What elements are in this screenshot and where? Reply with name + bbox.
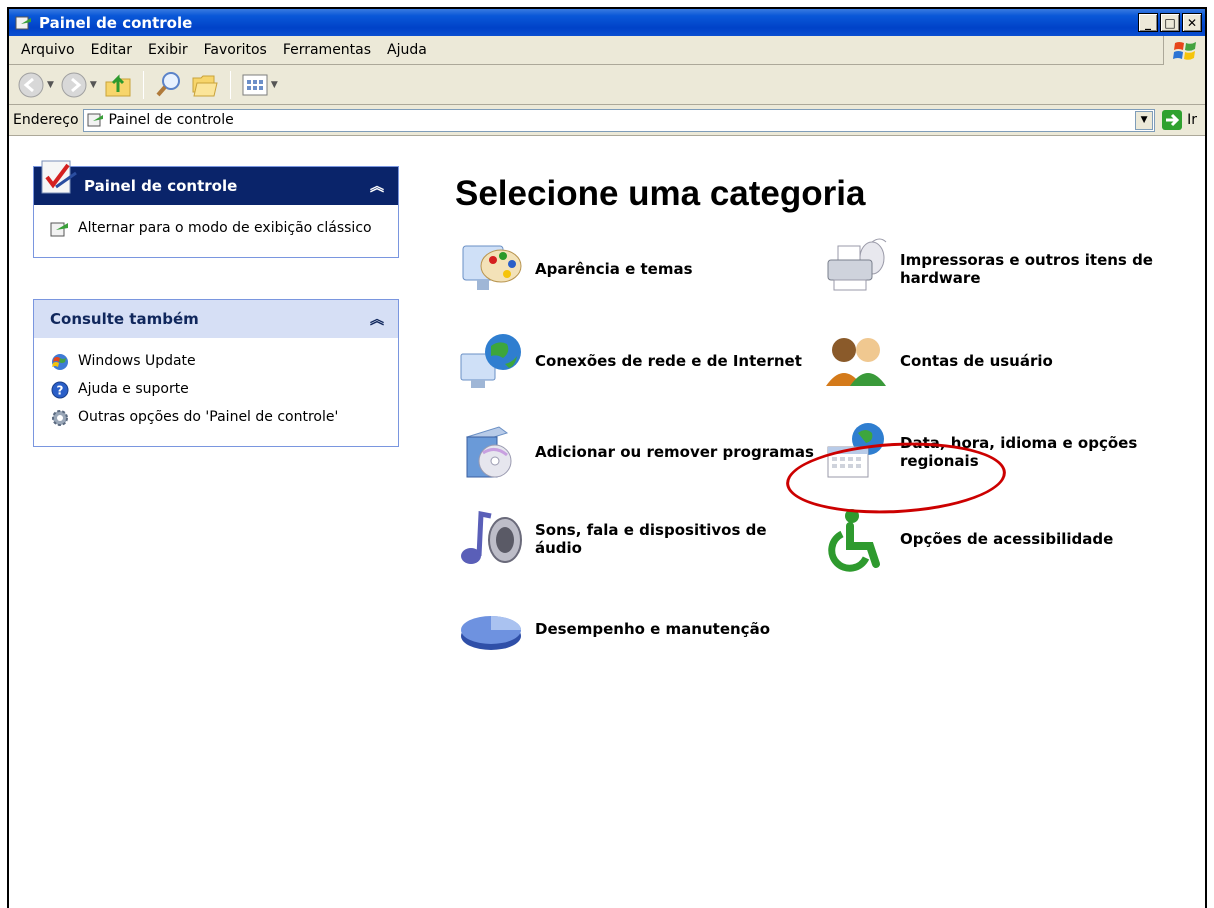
category-label: Sons, fala e dispositivos de áudio [535,521,767,557]
add-remove-icon [465,426,512,478]
category-label: Aparência e temas [535,260,693,278]
menu-arquivo[interactable]: Arquivo [13,42,83,58]
search-icon [156,71,180,96]
folders-icon [192,75,218,96]
maximize-button[interactable]: □ [1160,13,1180,32]
speaker-icon [461,510,522,564]
collapse-chevron-icon[interactable]: ︽ [370,176,384,196]
accessibility-icon [828,509,880,572]
page-title: Selecione uma categoria [455,174,866,213]
category-label: Opções de acessibilidade [900,530,1114,548]
see-also-panel: Consulte também ︽ Windows Update ? Ajuda… [33,299,399,447]
panel-title: Consulte também [50,310,199,328]
menu-favoritos[interactable]: Favoritos [196,42,275,58]
window-title: Painel de controle [39,13,193,32]
help-support-label: Ajuda e suporte [78,381,189,397]
forward-button[interactable]: ▼ [60,71,97,99]
views-dropdown-icon[interactable]: ▼ [271,80,278,90]
category-label: Conexões de rede e de Internet [535,352,802,370]
up-folder-button[interactable] [103,70,133,100]
content-area: Painel de controle ︽ Alternar para o mod… [9,136,1205,906]
category-sounds-audio[interactable]: Sons, fala e dispositivos de áudio [457,506,817,572]
back-icon [18,72,44,97]
category-label: Desempenho e manutenção [535,620,770,638]
go-label: Ir [1187,112,1197,128]
category-performance-maintenance[interactable]: Desempenho e manutenção [457,596,817,662]
category-accessibility[interactable]: Opções de acessibilidade [822,506,1182,572]
title-bar[interactable]: Painel de controle _ □ ✕ [9,9,1205,36]
panel-title: Painel de controle [84,177,238,195]
printer-icon [827,238,887,291]
windows-update-link[interactable]: Windows Update [50,352,384,372]
other-options-label: Outras opções do 'Painel de controle' [78,409,339,425]
forward-icon [61,72,87,97]
back-button[interactable]: ▼ [17,71,54,99]
address-value: Painel de controle [108,112,234,128]
minimize-button[interactable]: _ [1138,13,1158,32]
close-button[interactable]: ✕ [1182,13,1202,32]
panel-header-see-also[interactable]: Consulte também ︽ [34,300,398,338]
help-icon: ? [51,381,69,399]
control-panel-icon [50,222,68,237]
classic-view-label: Alternar para o modo de exibição clássic… [78,220,372,236]
address-input[interactable]: Painel de controle ▼ [82,108,1156,132]
address-bar: Endereço Painel de controle ▼ Ir [9,105,1205,136]
gear-icon [52,410,68,426]
category-appearance-themes[interactable]: Aparência e temas [457,236,817,302]
menu-ferramentas[interactable]: Ferramentas [275,42,379,58]
back-dropdown-icon[interactable]: ▼ [47,80,54,90]
address-label: Endereço [13,112,79,128]
category-label: Impressoras e outros itens de hardware [900,251,1153,287]
go-arrow-icon [1162,110,1183,130]
panel-header-control-panel[interactable]: Painel de controle ︽ [34,160,398,205]
classic-view-link[interactable]: Alternar para o modo de exibição clássic… [50,219,384,239]
address-dropdown-icon[interactable]: ▼ [1135,110,1154,130]
views-icon [242,74,268,95]
toolbar: ▼ ▼ ▼ [9,65,1205,105]
control-panel-icon [15,16,31,29]
control-panel-checkmark-icon [41,160,77,194]
control-panel-task-panel: Painel de controle ︽ Alternar para o mod… [33,160,399,258]
network-icon [460,334,521,388]
views-button[interactable]: ▼ [241,72,278,98]
menu-editar[interactable]: Editar [83,42,140,58]
menu-ajuda[interactable]: Ajuda [379,42,435,58]
pie-chart-icon [461,616,521,650]
other-options-link[interactable]: Outras opções do 'Painel de controle' [50,408,384,428]
search-button[interactable] [154,70,184,100]
control-panel-window: Painel de controle _ □ ✕ Arquivo Editar … [7,7,1207,908]
category-printers-hardware[interactable]: Impressoras e outros itens de hardware [822,236,1182,302]
folders-button[interactable] [190,70,220,100]
menu-bar: Arquivo Editar Exibir Favoritos Ferramen… [9,36,1205,65]
collapse-chevron-icon[interactable]: ︽ [370,309,384,329]
users-icon [826,338,886,386]
svg-text:?: ? [57,384,64,398]
category-label: Adicionar ou remover programas [535,443,814,461]
category-network-internet[interactable]: Conexões de rede e de Internet [457,328,817,394]
menu-exibir[interactable]: Exibir [140,42,196,58]
up-folder-icon [105,73,131,96]
appearance-icon [462,245,522,290]
go-button[interactable]: Ir [1161,109,1197,131]
category-user-accounts[interactable]: Contas de usuário [822,328,1182,394]
windows-update-label: Windows Update [78,353,196,369]
forward-dropdown-icon[interactable]: ▼ [90,80,97,90]
category-add-remove-programs[interactable]: Adicionar ou remover programas [457,419,817,485]
category-label: Contas de usuário [900,352,1053,370]
windows-logo-icon [1163,36,1205,65]
control-panel-icon [87,113,103,127]
help-support-link[interactable]: ? Ajuda e suporte [50,380,384,400]
windows-update-icon [52,354,68,370]
